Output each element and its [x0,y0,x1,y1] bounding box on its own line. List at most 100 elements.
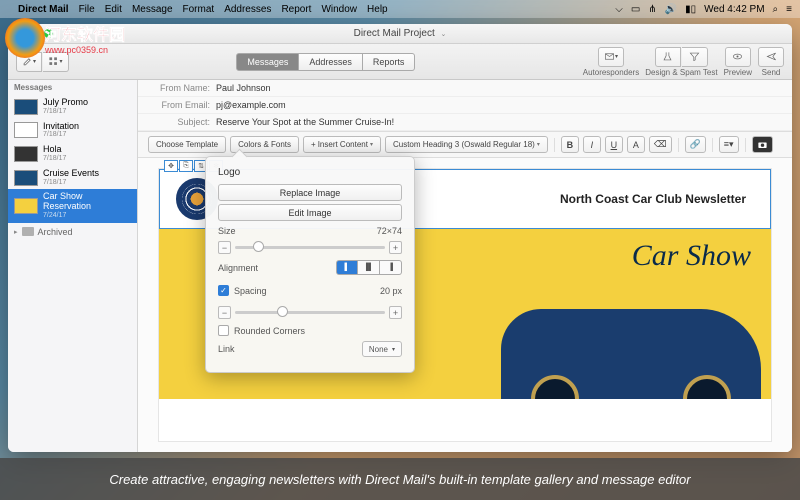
replace-image-button[interactable]: Replace Image [218,184,402,201]
size-minus-button[interactable]: − [218,241,231,254]
camera-icon [757,139,768,150]
battery-icon[interactable]: ▮▯ [685,4,696,15]
tab-messages[interactable]: Messages [236,53,299,71]
menu-message[interactable]: Message [132,4,173,15]
menu-addresses[interactable]: Addresses [224,4,271,15]
view-segmented-control: Messages Addresses Reports [236,53,415,71]
rounded-corners-checkbox[interactable] [218,325,229,336]
from-email-field[interactable]: pj@example.com [216,100,286,110]
slider-track[interactable] [235,311,385,314]
wifi-icon[interactable]: ⋔ [648,4,656,15]
align-right-button[interactable]: ▐ [380,260,402,275]
heading-dropdown[interactable]: Custom Heading 3 (Oswald Regular 18)▾ [385,136,548,153]
spacing-checkbox[interactable]: ✓ [218,285,229,296]
size-value: 72×74 [377,226,402,236]
titlebar: Direct Mail Project ⌄ [8,24,792,44]
send-button[interactable] [758,47,784,67]
slider-thumb[interactable] [277,306,288,317]
menu-edit[interactable]: Edit [105,4,122,15]
link-label: Link [218,344,235,354]
spotlight-icon[interactable]: ⌕ [773,4,779,15]
align-left-button[interactable]: ▌ [336,260,358,275]
message-thumbnail [14,198,38,214]
sidebar-item-invitation[interactable]: Invitation7/18/17 [8,119,137,143]
italic-button[interactable]: I [583,136,601,153]
message-thumbnail [14,170,38,186]
menu-file[interactable]: File [79,4,95,15]
text-color-button[interactable]: A [627,136,645,153]
envelope-icon [604,51,615,62]
size-label: Size [218,226,236,236]
alignment-label: Alignment [218,263,258,273]
notification-icon[interactable]: ≡ [786,4,792,15]
menubar: Direct Mail File Edit Message Format Add… [0,0,800,18]
underline-button[interactable]: U [605,136,623,153]
sidebar-item-archived[interactable]: ▸ Archived [8,223,137,241]
subject-label: Subject: [148,117,210,127]
app-menu[interactable]: Direct Mail [18,4,69,15]
design-test-button[interactable] [655,47,681,67]
choose-template-button[interactable]: Choose Template [148,136,226,153]
slider-thumb[interactable] [253,241,264,252]
move-handle[interactable]: ✥ [164,160,178,172]
filter-icon [689,51,700,62]
spacing-minus-button[interactable]: − [218,306,231,319]
bold-button[interactable]: B [561,136,579,153]
edit-image-button[interactable]: Edit Image [218,204,402,221]
spam-test-button[interactable] [682,47,708,67]
chevron-down-icon: ▾ [392,346,395,353]
insert-content-button[interactable]: + Insert Content▾ [303,136,381,153]
tab-reports[interactable]: Reports [363,53,416,71]
tab-addresses[interactable]: Addresses [299,53,363,71]
message-thumbnail [14,99,38,115]
watermark-text-url: www.pc0359.cn [45,45,125,55]
toolbar: ▾ ▾ Messages Addresses Reports ▾ Autores… [8,44,792,80]
sidebar-item-hola[interactable]: Hola7/18/17 [8,142,137,166]
design-spam-label: Design & Spam Test [645,68,717,77]
watermark-text-cn: 河东软件园 [45,21,125,45]
sidebar-item-car-show[interactable]: Car Show Reservation7/24/17 [8,189,137,222]
size-slider[interactable]: − + [218,241,402,254]
list-button[interactable]: ≡▾ [719,136,739,153]
popover-title[interactable]: Logo [218,167,402,178]
link-button[interactable]: 🔗 [685,136,706,153]
size-plus-button[interactable]: + [389,241,402,254]
menu-format[interactable]: Format [183,4,215,15]
from-email-label: From Email: [148,100,210,110]
spacing-slider[interactable]: − + [218,306,402,319]
subject-field[interactable]: Reserve Your Spot at the Summer Cruise-I… [216,117,394,127]
spacing-plus-button[interactable]: + [389,306,402,319]
link-dropdown[interactable]: None ▾ [362,341,402,357]
align-center-button[interactable]: ▐▌ [358,260,380,275]
header-fields: From Name: Paul Johnson From Email: pj@e… [138,80,792,132]
display-icon[interactable]: ▭ [631,4,640,15]
sidebar-item-cruise-events[interactable]: Cruise Events7/18/17 [8,166,137,190]
slider-track[interactable] [235,246,385,249]
watermark-logo [5,18,45,58]
watermark: 河东软件园 www.pc0359.cn [5,18,125,58]
spacing-label: Spacing [234,286,267,296]
from-name-field[interactable]: Paul Johnson [216,83,271,93]
flask-icon [662,51,673,62]
autoresponders-label: Autoresponders [583,68,639,77]
menu-report[interactable]: Report [281,4,311,15]
preview-button[interactable] [725,47,751,67]
spacing-value: 20 px [380,286,402,296]
sidebar: Messages July Promo7/18/17 Invitation7/1… [8,80,138,452]
sidebar-header: Messages [8,80,137,95]
menu-help[interactable]: Help [367,4,388,15]
clock[interactable]: Wed 4:42 PM [704,4,764,15]
autoresponders-button[interactable]: ▾ [598,47,624,67]
bluetooth-icon[interactable]: ⌵ [615,4,623,15]
menu-window[interactable]: Window [321,4,357,15]
sidebar-item-july-promo[interactable]: July Promo7/18/17 [8,95,137,119]
send-icon [766,51,777,62]
message-thumbnail [14,122,38,138]
duplicate-handle[interactable]: ⎘ [179,160,193,172]
image-button[interactable] [752,136,773,153]
clear-format-button[interactable]: ⌫ [649,136,672,153]
send-label: Send [762,68,781,77]
window-title[interactable]: Direct Mail Project ⌄ [354,28,447,39]
folder-icon [22,227,34,236]
volume-icon[interactable]: 🔊 [665,4,677,15]
